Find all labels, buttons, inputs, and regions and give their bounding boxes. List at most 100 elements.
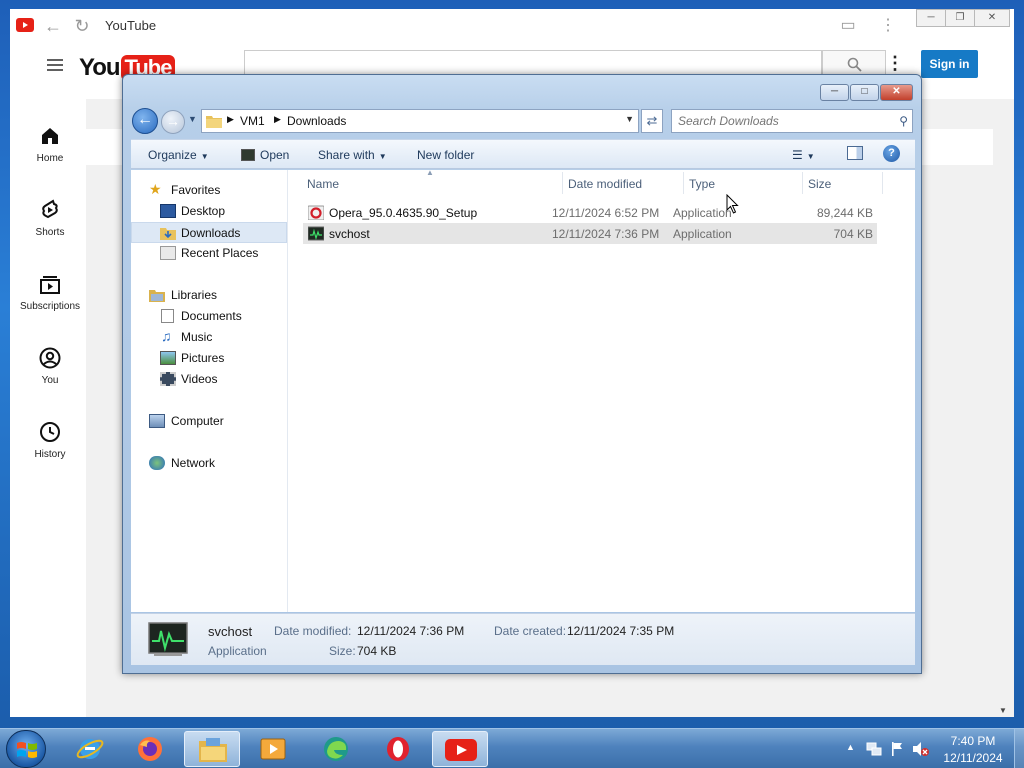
volume-muted-icon[interactable] <box>912 741 930 757</box>
details-size-value: 704 KB <box>357 644 397 658</box>
column-divider[interactable] <box>882 172 883 194</box>
column-header-size[interactable]: Size <box>808 177 831 191</box>
search-icon <box>847 57 862 72</box>
explorer-minimize-button[interactable]: ─ <box>820 84 849 101</box>
back-button[interactable]: ← <box>132 108 158 134</box>
column-divider[interactable] <box>562 172 563 194</box>
opera-icon <box>387 737 409 761</box>
open-button[interactable]: Open <box>241 148 289 162</box>
sort-ascending-icon: ▲ <box>426 168 434 177</box>
forward-button[interactable]: → <box>161 110 185 134</box>
media-player-icon <box>260 738 286 760</box>
breadcrumb-item-downloads[interactable]: Downloads <box>287 114 346 128</box>
sidebar-item-label: Home <box>36 153 64 164</box>
show-hidden-icons-icon[interactable]: ▲ <box>846 742 855 752</box>
extensions-icon[interactable]: ▭ <box>838 16 858 36</box>
file-size: 89,244 KB <box>816 206 873 220</box>
sidebar-item-you[interactable]: You <box>10 345 90 386</box>
open-label: Open <box>260 148 290 162</box>
breadcrumb-separator-icon[interactable]: ▶ <box>227 114 234 125</box>
sidebar-item-history[interactable]: History <box>10 419 90 460</box>
nav-recent-places[interactable]: Recent Places <box>131 243 287 264</box>
sign-in-button[interactable]: Sign in <box>921 50 978 78</box>
nav-music[interactable]: ♫ Music <box>131 327 287 348</box>
nav-downloads[interactable]: Downloads <box>131 222 287 243</box>
explorer-search-input[interactable] <box>678 113 888 129</box>
details-pane: svchost Application Date modified: 12/11… <box>131 613 915 665</box>
action-center-flag-icon[interactable] <box>890 741 904 757</box>
taskbar-media-player[interactable] <box>245 731 301 767</box>
file-row-selected[interactable]: svchost 12/11/2024 7:36 PM Application 7… <box>303 223 877 244</box>
page-scrollbar[interactable]: ▼ <box>993 99 1014 717</box>
column-divider[interactable] <box>802 172 803 194</box>
taskbar-firefox[interactable] <box>122 731 178 767</box>
hamburger-menu-icon[interactable] <box>47 58 63 72</box>
nav-computer[interactable]: Computer <box>131 411 287 432</box>
nav-item-label: Desktop <box>181 204 226 218</box>
recent-pages-dropdown-icon[interactable]: ▼ <box>188 114 197 124</box>
nav-documents[interactable]: Documents <box>131 306 287 327</box>
recent-places-icon <box>160 246 176 260</box>
nav-network[interactable]: Network <box>131 453 287 474</box>
breadcrumb-item-vm1[interactable]: VM1 <box>240 114 265 128</box>
address-dropdown-icon[interactable]: ▼ <box>625 114 634 124</box>
nav-favorites[interactable]: ★ Favorites <box>131 180 287 201</box>
nav-pictures[interactable]: Pictures <box>131 348 287 369</box>
home-icon <box>42 128 58 144</box>
change-view-button[interactable]: ☰ ▼ <box>792 148 815 162</box>
settings-more-icon[interactable]: ⋮ <box>886 53 904 74</box>
start-button[interactable] <box>6 730 46 768</box>
edge-icon <box>324 737 348 761</box>
taskbar-youtube[interactable] <box>432 731 488 767</box>
scroll-down-arrow-icon[interactable]: ▼ <box>999 706 1007 715</box>
shorts-icon <box>42 199 58 219</box>
downloads-folder-icon <box>160 228 176 240</box>
search-icon[interactable]: ⚲ <box>899 114 908 128</box>
file-row[interactable]: Opera_95.0.4635.90_Setup 12/11/2024 6:52… <box>303 202 877 223</box>
explorer-maximize-button[interactable]: □ <box>850 84 879 101</box>
column-header-name[interactable]: Name <box>307 177 339 191</box>
show-desktop-button[interactable] <box>1014 729 1024 768</box>
back-arrow-icon[interactable]: ← <box>43 16 63 36</box>
address-bar[interactable]: ▶ VM1 ▶ Downloads ▼ <box>201 109 639 133</box>
breadcrumb-separator-icon[interactable]: ▶ <box>274 114 281 125</box>
nav-item-label: Recent Places <box>181 246 259 260</box>
taskbar-edge[interactable] <box>308 731 364 767</box>
file-type: Application <box>673 206 732 220</box>
close-button[interactable]: ✕ <box>974 9 1010 27</box>
organize-button[interactable]: Organize ▼ <box>148 148 209 162</box>
clock-date[interactable]: 12/11/2024 <box>938 751 1008 765</box>
column-header-date-modified[interactable]: Date modified <box>568 177 642 191</box>
file-name: Opera_95.0.4635.90_Setup <box>329 206 478 220</box>
more-menu-icon[interactable]: ⋮ <box>878 16 898 36</box>
sidebar-item-home[interactable]: Home <box>10 123 90 164</box>
reload-icon[interactable]: ↻ <box>72 16 92 36</box>
clock-time[interactable]: 7:40 PM <box>938 734 1008 748</box>
nav-item-label: Computer <box>171 414 224 428</box>
refresh-icon[interactable]: ⇄ <box>641 109 663 133</box>
nav-videos[interactable]: Videos <box>131 369 287 390</box>
sidebar-item-shorts[interactable]: Shorts <box>10 197 90 238</box>
explorer-close-button[interactable]: ✕ <box>880 84 913 101</box>
sidebar-item-subscriptions[interactable]: Subscriptions <box>10 271 90 312</box>
column-divider[interactable] <box>683 172 684 194</box>
nav-libraries[interactable]: Libraries <box>131 285 287 306</box>
column-header-type[interactable]: Type <box>689 177 715 191</box>
column-headers: ▲ Name Date modified Type Size <box>289 168 915 196</box>
taskbar-internet-explorer[interactable] <box>62 731 118 767</box>
share-with-button[interactable]: Share with ▼ <box>318 148 387 162</box>
help-icon[interactable]: ? <box>883 145 900 162</box>
logo-you-text: You <box>79 54 121 81</box>
app-title-bar: ← ↻ YouTube ▭ ⋮ ─ ❐ ✕ <box>10 9 1014 43</box>
details-date-modified-label: Date modified: <box>274 624 352 638</box>
desktop-icon <box>160 204 176 218</box>
explorer-search-box[interactable]: ⚲ <box>671 109 913 133</box>
network-status-icon[interactable] <box>866 742 882 756</box>
new-folder-button[interactable]: New folder <box>417 148 474 162</box>
preview-pane-icon[interactable] <box>847 146 863 163</box>
taskbar-file-explorer[interactable] <box>184 731 240 767</box>
nav-desktop[interactable]: Desktop <box>131 201 287 222</box>
restore-button[interactable]: ❐ <box>945 9 975 27</box>
taskbar-opera[interactable] <box>370 731 426 767</box>
minimize-button[interactable]: ─ <box>916 9 946 27</box>
